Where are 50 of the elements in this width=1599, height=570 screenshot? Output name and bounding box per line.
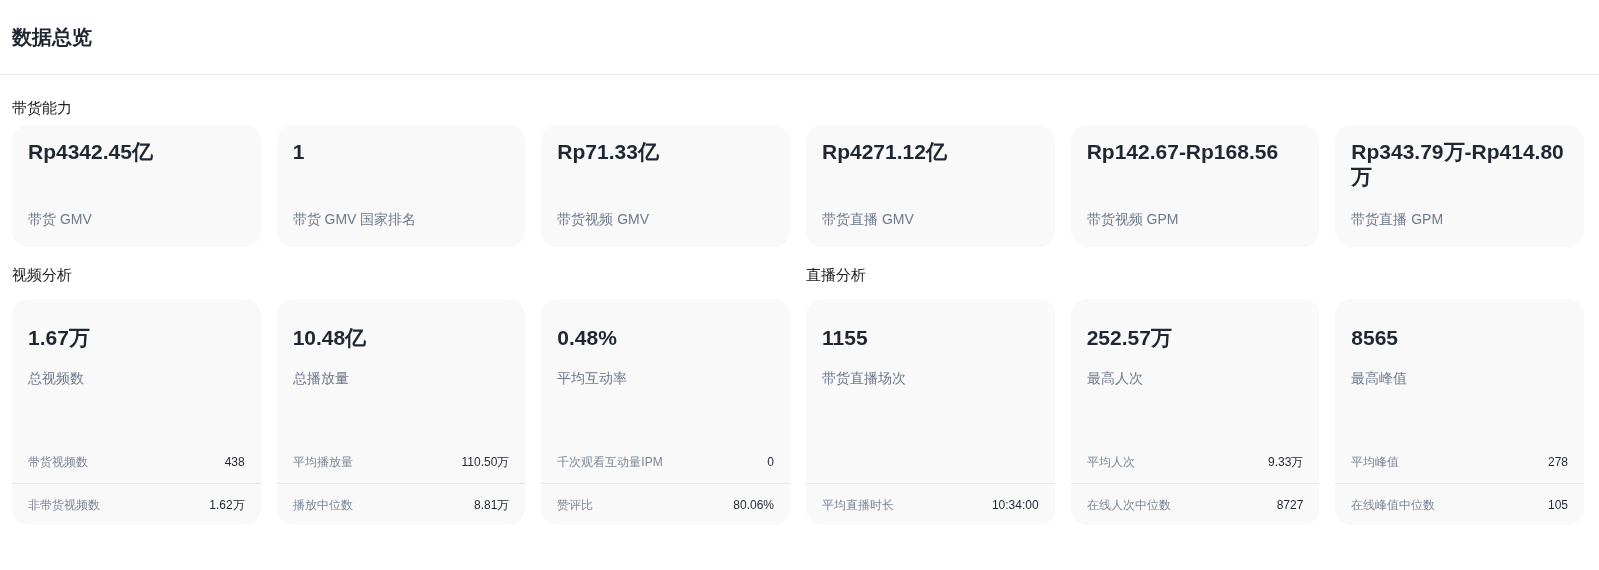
metric-label: 最高人次 <box>1086 369 1143 388</box>
metric-value: 1.67万 <box>28 326 90 349</box>
metric-label: 带货 GMV <box>28 211 92 227</box>
metric-label: 最高峰值 <box>1351 369 1408 388</box>
metric-value: 1155 <box>822 326 868 349</box>
metric-label: 总视频数 <box>28 369 84 388</box>
metric-value: 8565 <box>1351 326 1399 349</box>
metric-value: Rp71.33亿 <box>557 139 660 165</box>
page-title: 数据总览 <box>12 25 92 49</box>
metric-value: 10.48亿 <box>292 326 367 349</box>
metric-label: 带货 GMV 国家排名 <box>292 211 417 227</box>
stat-label: 在线峰值中位数 <box>1351 496 1436 514</box>
stat-value: 8.81万 <box>473 496 510 514</box>
stat-label: 带货视频数 <box>28 454 88 471</box>
stat-label: 平均峰值 <box>1351 454 1400 471</box>
stat-value: 0 <box>767 454 774 471</box>
metric-label: 带货视频 GPM <box>1086 211 1179 227</box>
stat-value: 10:34:00 <box>991 496 1039 514</box>
stat-value: 80.06% <box>733 496 774 514</box>
stat-value: 110.50万 <box>461 454 510 471</box>
stat-label: 播放中位数 <box>292 496 353 514</box>
metric-label: 平均互动率 <box>557 369 628 388</box>
stat-label: 赞评比 <box>557 496 594 514</box>
stat-label: 平均人次 <box>1086 454 1135 471</box>
stat-value: 105 <box>1547 496 1568 514</box>
stat-value: 1.62万 <box>209 496 245 514</box>
section-title: 直播分析 <box>806 266 866 284</box>
stat-label: 平均直播时长 <box>822 496 894 514</box>
section-title: 带货能力 <box>12 99 73 117</box>
metric-value: Rp343.79万-Rp414.80万 <box>1351 139 1565 190</box>
stat-label: 平均播放量 <box>292 454 353 471</box>
metric-label: 带货视频 GMV <box>557 211 650 227</box>
metric-label: 带货直播场次 <box>822 369 906 388</box>
metric-value: 0.48% <box>557 326 617 349</box>
stat-value: 278 <box>1547 454 1568 471</box>
metric-label: 总播放量 <box>292 369 349 388</box>
stat-label: 非带货视频数 <box>28 496 100 514</box>
stat-label: 千次观看互动量IPM <box>557 454 663 471</box>
stat-value: 9.33万 <box>1267 454 1304 471</box>
metric-value: Rp4342.45亿 <box>28 139 154 165</box>
metric-value: 1 <box>292 139 306 165</box>
stat-value: 438 <box>224 454 245 471</box>
metric-label: 带货直播 GPM <box>1351 211 1444 227</box>
metric-value: 252.57万 <box>1086 326 1172 349</box>
section-title: 视频分析 <box>12 266 72 284</box>
metric-value: Rp4271.12亿 <box>822 139 948 165</box>
stat-label: 在线人次中位数 <box>1086 496 1171 514</box>
metric-label: 带货直播 GMV <box>822 211 914 227</box>
stat-value: 8727 <box>1276 496 1304 514</box>
metric-value: Rp142.67-Rp168.56 <box>1086 139 1280 165</box>
